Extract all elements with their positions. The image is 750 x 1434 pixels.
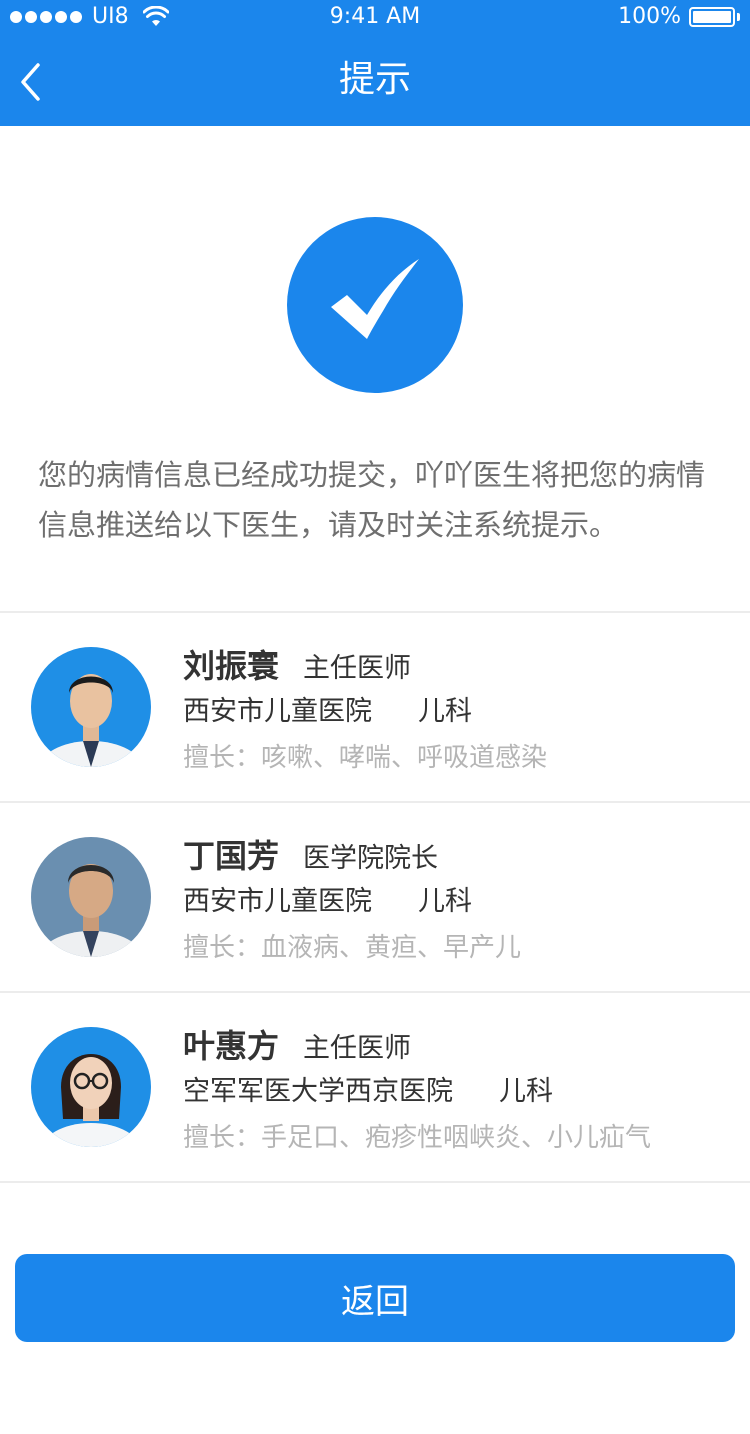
doctor-info: 刘振寰 主任医师 西安市儿童医院 儿科 擅长： 咳嗽、哮喘、呼吸道感染 xyxy=(183,641,730,785)
doctor-name: 刘振寰 xyxy=(183,647,280,685)
success-badge xyxy=(287,217,463,393)
doctor-avatar xyxy=(31,1027,151,1147)
doctor-name-line: 叶惠方 主任医师 xyxy=(183,1021,730,1069)
page-title: 提示 xyxy=(338,59,411,100)
doctor-item[interactable]: 叶惠方 主任医师 空军军医大学西京医院 儿科 擅长： 手足口、疱疹性咽峡炎、小儿… xyxy=(0,993,750,1183)
doctor-info: 叶惠方 主任医师 空军军医大学西京医院 儿科 擅长： 手足口、疱疹性咽峡炎、小儿… xyxy=(183,1021,730,1165)
doctor-list: 刘振寰 主任医师 西安市儿童医院 儿科 擅长： 咳嗽、哮喘、呼吸道感染 丁国芳 … xyxy=(0,611,750,1183)
doctor-avatar xyxy=(31,647,151,767)
doctor-avatar xyxy=(31,837,151,957)
doctor-name: 丁国芳 xyxy=(183,837,280,875)
doctor-hospital: 西安市儿童医院 xyxy=(183,696,372,727)
battery-percentage: 100% xyxy=(618,4,681,29)
doctor-title: 医学院院长 xyxy=(303,843,439,874)
status-bar: UI8 9:41 AM 100% xyxy=(0,0,750,36)
doctor-hospital-line: 西安市儿童医院 儿科 xyxy=(183,689,730,737)
nav-bar: 提示 xyxy=(0,36,750,126)
doctor-specialty: 咳嗽、哮喘、呼吸道感染 xyxy=(261,743,548,773)
battery-icon xyxy=(689,6,740,27)
doctor-department: 儿科 xyxy=(418,696,472,727)
doctor-item[interactable]: 刘振寰 主任医师 西安市儿童医院 儿科 擅长： 咳嗽、哮喘、呼吸道感染 xyxy=(0,613,750,803)
doctor-specialty-line: 擅长： 血液病、黄疸、早产儿 xyxy=(183,927,730,975)
doctor-title: 主任医师 xyxy=(303,653,412,684)
submission-message: 您的病情信息已经成功提交，吖吖医生将把您的病情信息推送给以下医生，请及时关注系统… xyxy=(38,458,706,542)
return-button[interactable]: 返回 xyxy=(15,1254,735,1342)
status-right: 100% xyxy=(618,4,740,29)
doctor-info: 丁国芳 医学院院长 西安市儿童医院 儿科 擅长： 血液病、黄疸、早产儿 xyxy=(183,831,730,975)
doctor-title: 主任医师 xyxy=(303,1033,412,1064)
doctor-department: 儿科 xyxy=(499,1076,553,1107)
doctor-hospital: 空军军医大学西京医院 xyxy=(183,1076,453,1107)
doctor-specialty: 血液病、黄疸、早产儿 xyxy=(261,933,522,963)
doctor-hospital-line: 西安市儿童医院 儿科 xyxy=(183,879,730,927)
doctor-name-line: 刘振寰 主任医师 xyxy=(183,641,730,689)
doctor-department: 儿科 xyxy=(418,886,472,917)
doctor-name: 叶惠方 xyxy=(183,1027,280,1065)
doctor-item[interactable]: 丁国芳 医学院院长 西安市儿童医院 儿科 擅长： 血液病、黄疸、早产儿 xyxy=(0,803,750,993)
header: UI8 9:41 AM 100% 提示 xyxy=(0,0,750,126)
specialty-label: 擅长： xyxy=(183,1123,262,1153)
doctor-specialty: 手足口、疱疹性咽峡炎、小儿疝气 xyxy=(261,1123,652,1153)
doctor-hospital: 西安市儿童医院 xyxy=(183,886,372,917)
specialty-label: 擅长： xyxy=(183,933,262,963)
specialty-label: 擅长： xyxy=(183,743,262,773)
doctor-specialty-line: 擅长： 手足口、疱疹性咽峡炎、小儿疝气 xyxy=(183,1117,730,1165)
doctor-name-line: 丁国芳 医学院院长 xyxy=(183,831,730,879)
checkmark-icon xyxy=(331,259,419,339)
doctor-hospital-line: 空军军医大学西京医院 儿科 xyxy=(183,1069,730,1117)
doctor-specialty-line: 擅长： 咳嗽、哮喘、呼吸道感染 xyxy=(183,737,730,785)
